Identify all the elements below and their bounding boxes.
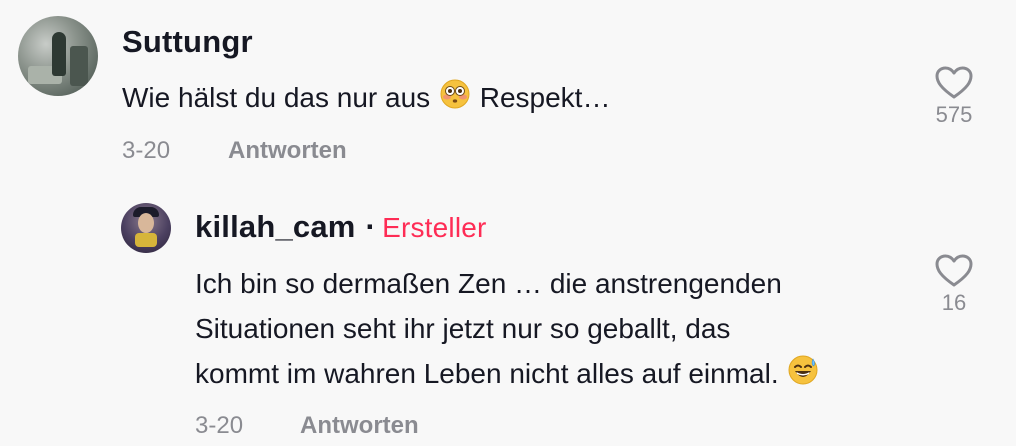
comment-username[interactable]: Suttungr xyxy=(122,24,253,60)
flushed-face-icon xyxy=(440,77,470,122)
like-button[interactable]: 575 xyxy=(924,66,984,128)
reply-text-line: kommt im wahren Leben nicht alles auf ei… xyxy=(195,351,820,398)
reply-text: Ich bin so dermaßen Zen … die anstrengen… xyxy=(195,261,820,398)
avatar[interactable] xyxy=(121,203,171,253)
comment-date: 3-20 xyxy=(122,137,171,164)
comment-text-part: Respekt… xyxy=(479,82,611,113)
reply-button[interactable]: Antworten xyxy=(228,137,347,165)
comment-text: Wie hälst du das nur aus Respekt… xyxy=(122,75,610,122)
like-count: 16 xyxy=(941,290,967,315)
avatar[interactable] xyxy=(18,16,98,96)
reply-header: killah_cam · Ersteller xyxy=(195,209,487,245)
heart-icon xyxy=(924,66,984,100)
reply-username[interactable]: killah_cam xyxy=(195,209,356,244)
separator: · xyxy=(365,209,377,244)
like-button[interactable]: 16 xyxy=(924,254,984,316)
grinning-sweat-icon xyxy=(788,353,818,398)
reply-text-line: Situationen seht ihr jetzt nur so geball… xyxy=(195,313,731,344)
reply-date: 3-20 xyxy=(195,412,244,439)
creator-badge: Ersteller xyxy=(382,212,487,243)
reply-text-line: Ich bin so dermaßen Zen … die anstrengen… xyxy=(195,268,782,299)
reply-text-part: kommt im wahren Leben nicht alles auf ei… xyxy=(195,358,779,389)
like-count: 575 xyxy=(935,102,973,127)
heart-icon xyxy=(924,254,984,288)
reply-button[interactable]: Antworten xyxy=(300,412,419,440)
comment-text-part: Wie hälst du das nur aus xyxy=(122,82,431,113)
